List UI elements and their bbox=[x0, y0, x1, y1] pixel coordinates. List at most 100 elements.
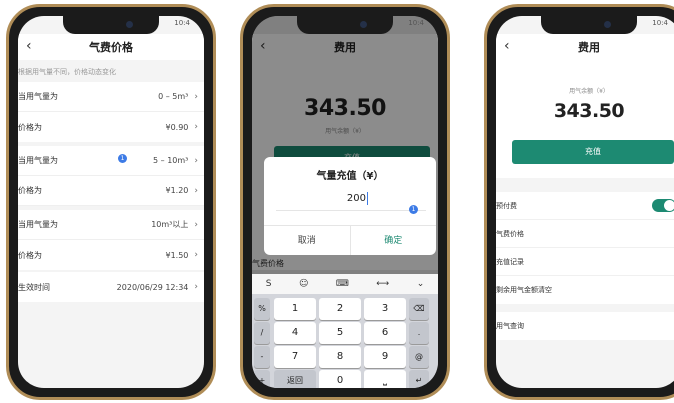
tier-usage-row[interactable]: 当用气量为 5 – 10m³ › bbox=[18, 146, 204, 176]
notch bbox=[297, 16, 393, 34]
effective-time-label: 生效时间 bbox=[18, 282, 50, 292]
chevron-right-icon: › bbox=[194, 155, 198, 166]
dialog-actions: 取消 确定 bbox=[264, 225, 436, 255]
chevron-right-icon: › bbox=[194, 282, 198, 292]
keyboard-icon[interactable]: ⌨ bbox=[336, 279, 349, 289]
chevron-right-icon: › bbox=[194, 250, 198, 260]
recharge-button[interactable]: 充值 bbox=[512, 140, 674, 164]
screen-fees: 10:4 ‹ 费用 用气余额（¥） 343.50 充值 预付费 气费价格 充值记… bbox=[496, 16, 674, 388]
cancel-button[interactable]: 取消 bbox=[264, 226, 351, 255]
status-time: 10:4 bbox=[174, 19, 190, 27]
phone-frame-price: 10:4 ‹ 气费价格 根据用气量不同，价格动态变化 当用气量为 0 – 5m³… bbox=[6, 4, 216, 400]
effective-time-row[interactable]: 生效时间 2020/06/29 12:34 › bbox=[18, 272, 204, 302]
tier-price-row[interactable]: 价格为 ¥1.50 › bbox=[18, 240, 204, 270]
key-9[interactable]: 9 bbox=[364, 346, 406, 368]
back-icon[interactable]: ‹ bbox=[26, 37, 32, 55]
tier-usage-row[interactable]: 当用气量为 0 – 5m³ › bbox=[18, 82, 204, 112]
prepaid-toggle[interactable] bbox=[652, 199, 674, 212]
tier-price-value: ¥1.50 bbox=[165, 250, 189, 260]
price-hint: 根据用气量不同，价格动态变化 bbox=[18, 68, 116, 76]
tier-price-label: 价格为 bbox=[18, 122, 42, 132]
balance-caption: 用气余额（¥） bbox=[569, 88, 609, 95]
chevron-right-icon: › bbox=[194, 91, 198, 102]
key-5[interactable]: 5 bbox=[319, 322, 361, 344]
tier-group-1: 当用气量为 0 – 5m³ › 价格为 ¥0.90 › bbox=[18, 82, 204, 142]
balance-card: 用气余额（¥） 343.50 充值 bbox=[496, 60, 674, 178]
nav-bar: ‹ 费用 bbox=[496, 34, 674, 60]
tier-group-2: 当用气量为 5 – 10m³ › 价格为 ¥1.20 › 1 bbox=[18, 146, 204, 206]
key-back[interactable]: 返回 bbox=[274, 370, 316, 388]
menu-item-clear[interactable]: 剩余用气金额清空 bbox=[496, 276, 674, 304]
key-plus[interactable]: + bbox=[254, 370, 270, 388]
back-icon[interactable]: ‹ bbox=[504, 37, 510, 55]
key-1[interactable]: 1 bbox=[274, 298, 316, 320]
tier-price-label: 价格为 bbox=[18, 250, 42, 260]
text-cursor bbox=[367, 192, 368, 205]
tier-usage-label: 当用气量为 bbox=[18, 156, 58, 165]
tier-usage-value: 0 – 5m³ bbox=[158, 92, 189, 101]
menu-item-label: 充值记录 bbox=[496, 257, 524, 266]
key-backspace[interactable]: ⌫ bbox=[409, 298, 429, 320]
key-7[interactable]: 7 bbox=[274, 346, 316, 368]
tier-price-row[interactable]: 价格为 ¥0.90 › bbox=[18, 112, 204, 142]
phone-frame-fees: 10:4 ‹ 费用 用气余额（¥） 343.50 充值 预付费 气费价格 充值记… bbox=[484, 4, 674, 400]
keyboard-toolbar: S ☺ ⌨ ⟷ ⌄ bbox=[252, 274, 438, 294]
tier-usage-value: 10m³以上 bbox=[151, 220, 189, 229]
menu-item-records[interactable]: 充值记录 bbox=[496, 248, 674, 276]
query-menu: 用气查询 bbox=[496, 312, 674, 340]
info-badge: 1 bbox=[409, 205, 418, 214]
camera-icon bbox=[360, 21, 367, 28]
effective-time-value: 2020/06/29 12:34 bbox=[116, 282, 189, 292]
screen-gas-price: 10:4 ‹ 气费价格 根据用气量不同，价格动态变化 当用气量为 0 – 5m³… bbox=[18, 16, 204, 388]
key-6[interactable]: 6 bbox=[364, 322, 406, 344]
menu-item-label: 气费价格 bbox=[496, 229, 524, 238]
key-4[interactable]: 4 bbox=[274, 322, 316, 344]
sogou-icon[interactable]: S bbox=[266, 279, 272, 289]
effective-group: 生效时间 2020/06/29 12:34 › bbox=[18, 272, 204, 302]
tier-price-row[interactable]: 价格为 ¥1.20 › bbox=[18, 176, 204, 206]
camera-icon bbox=[604, 21, 611, 28]
chevron-right-icon: › bbox=[194, 122, 198, 132]
page-title: 气费价格 bbox=[89, 41, 133, 54]
prepaid-label: 预付费 bbox=[496, 201, 517, 210]
emoji-icon[interactable]: ☺ bbox=[299, 279, 308, 289]
recharge-amount-value: 200 bbox=[346, 193, 366, 204]
key-enter[interactable]: ↵ bbox=[409, 370, 429, 388]
key-dot[interactable]: . bbox=[409, 322, 429, 344]
key-3[interactable]: 3 bbox=[364, 298, 406, 320]
dialog-title: 气量充值（¥） bbox=[316, 171, 384, 182]
cursor-move-icon[interactable]: ⟷ bbox=[376, 279, 389, 289]
key-at[interactable]: @ bbox=[409, 346, 429, 368]
tier-usage-label: 当用气量为 bbox=[18, 92, 58, 101]
confirm-button[interactable]: 确定 bbox=[351, 226, 437, 255]
chevron-right-icon: › bbox=[194, 185, 198, 196]
notch bbox=[63, 16, 159, 34]
prepaid-row: 预付费 bbox=[496, 192, 674, 220]
tier-group-3: 当用气量为 10m³以上 › 价格为 ¥1.50 › bbox=[18, 210, 204, 270]
info-badge: 1 bbox=[118, 154, 127, 163]
collapse-icon[interactable]: ⌄ bbox=[417, 279, 425, 289]
menu-item-price[interactable]: 气费价格 bbox=[496, 220, 674, 248]
phone-frame-recharge-dialog: 10:4 ‹ 费用 343.50 用气余额（¥） 充值 气费价格 气量充值（¥）… bbox=[240, 4, 450, 400]
recharge-dialog: 气量充值（¥） 200 1 取消 确定 bbox=[264, 157, 436, 255]
tier-price-value: ¥0.90 bbox=[165, 122, 189, 132]
notch bbox=[541, 16, 637, 34]
key-0[interactable]: 0 bbox=[319, 370, 361, 388]
menu-item-query[interactable]: 用气查询 bbox=[496, 312, 674, 340]
tier-usage-row[interactable]: 当用气量为 10m³以上 › bbox=[18, 210, 204, 240]
key-space[interactable]: ⎵ bbox=[364, 370, 406, 388]
tier-usage-label: 当用气量为 bbox=[18, 220, 58, 229]
nav-bar: ‹ 气费价格 bbox=[18, 34, 204, 60]
key-8[interactable]: 8 bbox=[319, 346, 361, 368]
key-2[interactable]: 2 bbox=[319, 298, 361, 320]
key-slash[interactable]: / bbox=[254, 322, 270, 344]
tier-price-value: ¥1.20 bbox=[165, 186, 189, 195]
page-title: 费用 bbox=[578, 41, 600, 54]
key-percent[interactable]: % bbox=[254, 298, 270, 320]
tier-price-label: 价格为 bbox=[18, 186, 42, 195]
key-minus[interactable]: - bbox=[254, 346, 270, 368]
tier-usage-value: 5 – 10m³ bbox=[153, 156, 189, 165]
status-time: 10:4 bbox=[408, 19, 424, 27]
camera-icon bbox=[126, 21, 133, 28]
recharge-amount-input[interactable]: 200 bbox=[276, 187, 426, 211]
